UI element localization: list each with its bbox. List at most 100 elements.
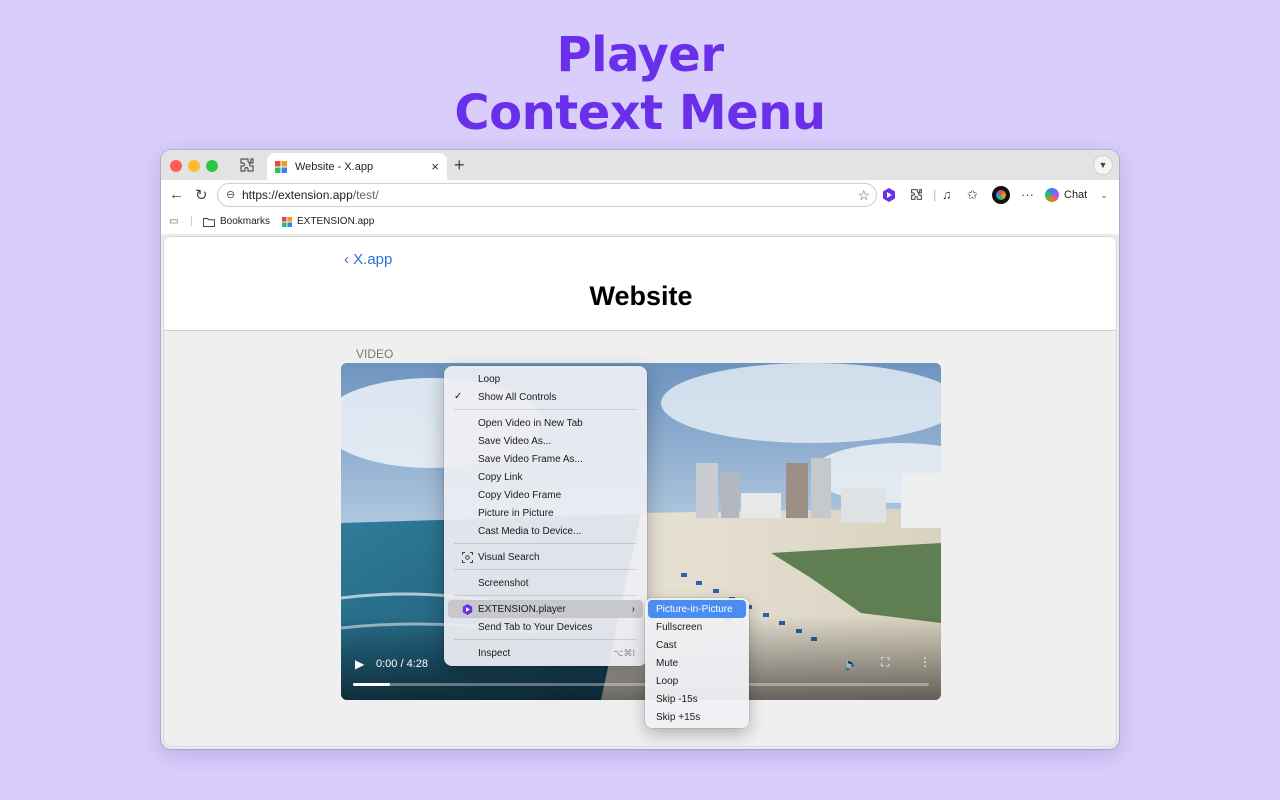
menu-separator (454, 543, 637, 544)
extensions-puzzle-icon[interactable] (910, 188, 923, 201)
ctx-item-picture-in-picture[interactable]: Picture in Picture (448, 504, 643, 522)
ctx-item-label: Loop (478, 373, 501, 385)
ctx-item-send-tab[interactable]: Send Tab to Your Devices (448, 618, 643, 636)
address-bar[interactable]: ⊖ https://extension.app/test/ ☆ (217, 183, 877, 207)
ctx-item-label: Save Video Frame As... (478, 453, 583, 465)
video-time: 0:00 / 4:28 (376, 658, 428, 670)
media-controls-icon[interactable]: ♫ (942, 187, 952, 202)
zoom-window-button[interactable] (206, 160, 218, 172)
copilot-icon (1045, 188, 1059, 202)
sub-item-label: Cast (656, 639, 677, 651)
sub-item-label: Skip -15s (656, 693, 698, 705)
tab-actions-icon[interactable]: ▭ (169, 216, 178, 227)
video-progress-bar[interactable] (353, 683, 929, 686)
ctx-item-loop[interactable]: Loop (448, 370, 643, 388)
sub-item-picture-in-picture[interactable]: Picture-in-Picture (648, 600, 746, 618)
sub-item-cast[interactable]: Cast (648, 636, 746, 654)
ctx-item-inspect[interactable]: Inspect ⌥⌘I (448, 644, 643, 662)
close-window-button[interactable] (170, 160, 182, 172)
chat-label: Chat (1064, 189, 1088, 201)
sub-item-skip-back[interactable]: Skip -15s (648, 690, 746, 708)
extension-player-icon (462, 604, 473, 615)
sub-item-label: Skip +15s (656, 711, 701, 723)
extension-player-submenu: Picture-in-Picture Fullscreen Cast Mute … (645, 598, 749, 728)
sub-item-label: Fullscreen (656, 621, 703, 633)
ctx-item-show-all-controls[interactable]: ✓ Show All Controls (448, 388, 643, 406)
ctx-item-extension-player[interactable]: EXTENSION.player › (448, 600, 643, 618)
page-title: Website (589, 281, 693, 311)
back-link[interactable]: ‹ X.app (344, 251, 392, 268)
close-tab-icon[interactable]: × (431, 159, 439, 174)
new-tab-button[interactable]: + (454, 155, 465, 176)
sub-item-mute[interactable]: Mute (648, 654, 746, 672)
tab-title: Website - X.app (295, 160, 374, 173)
bookmark-folder-label: Bookmarks (220, 216, 271, 227)
ctx-item-visual-search[interactable]: Visual Search (448, 548, 643, 566)
back-arrow-icon[interactable]: ← (169, 186, 184, 203)
sub-item-loop[interactable]: Loop (648, 672, 746, 690)
sub-item-label: Mute (656, 657, 679, 669)
ctx-item-label: Screenshot (478, 577, 529, 589)
site-favicon-icon (275, 160, 287, 173)
site-favicon-icon (282, 216, 292, 227)
url-host: https://extension.app (242, 188, 353, 202)
ctx-item-screenshot[interactable]: Screenshot (448, 574, 643, 592)
reload-icon[interactable]: ↻ (195, 186, 208, 204)
toolbar-divider: | (933, 187, 937, 202)
ctx-item-label: Cast Media to Device... (478, 525, 582, 537)
ctx-item-cast-media[interactable]: Cast Media to Device... (448, 522, 643, 540)
site-info-icon[interactable]: ⊖ (226, 188, 235, 201)
fullscreen-icon[interactable]: ⛶ (881, 655, 889, 670)
hero-title-line2: Context Menu (454, 85, 826, 141)
profile-avatar[interactable] (992, 186, 1010, 204)
ctx-item-label: Save Video As... (478, 435, 552, 447)
tab-search-chevron-icon[interactable]: ▼ (1093, 155, 1113, 175)
ctx-item-save-video-as[interactable]: Save Video As... (448, 432, 643, 450)
hero-title: Player Context Menu (0, 26, 1280, 142)
bookmark-extension-label: EXTENSION.app (297, 216, 375, 227)
submenu-arrow-icon: › (631, 603, 635, 615)
extension-puzzle-icon[interactable] (239, 157, 255, 173)
ctx-item-save-video-frame-as[interactable]: Save Video Frame As... (448, 450, 643, 468)
sub-item-label: Loop (656, 675, 679, 687)
ctx-item-copy-video-frame[interactable]: Copy Video Frame (448, 486, 643, 504)
chat-button[interactable]: Chat ⌄ (1041, 184, 1114, 206)
bookmarks-divider: | (190, 216, 193, 227)
hero-title-line1: Player (556, 27, 724, 83)
url-path: /test/ (352, 188, 379, 202)
tab-bar: Website - X.app × + ▼ (161, 150, 1119, 180)
chat-chevron-icon[interactable]: ⌄ (1100, 190, 1108, 201)
visual-search-icon (462, 552, 473, 563)
extension-player-icon[interactable] (883, 188, 895, 202)
menu-separator (454, 639, 637, 640)
minimize-window-button[interactable] (188, 160, 200, 172)
bookmark-star-icon[interactable]: ☆ (857, 187, 870, 204)
sub-item-fullscreen[interactable]: Fullscreen (648, 618, 746, 636)
ctx-item-open-video-new-tab[interactable]: Open Video in New Tab (448, 414, 643, 432)
more-vertical-icon[interactable]: ⋮ (919, 655, 931, 669)
bookmark-extension-app[interactable]: EXTENSION.app (282, 216, 374, 227)
ctx-item-label: Open Video in New Tab (478, 417, 583, 429)
tab-website[interactable]: Website - X.app × (267, 153, 447, 180)
ctx-item-label: Show All Controls (478, 391, 557, 403)
menu-separator (454, 409, 637, 410)
more-options-icon[interactable]: ··· (1021, 187, 1034, 202)
chevron-left-icon: ‹ (344, 251, 349, 268)
bookmark-folder[interactable]: Bookmarks (203, 216, 270, 227)
ctx-item-label: Inspect (478, 647, 511, 659)
video-progress-fill (353, 683, 391, 686)
play-icon[interactable]: ▶ (355, 657, 364, 671)
ctx-item-label: Copy Link (478, 471, 523, 483)
sub-item-skip-forward[interactable]: Skip +15s (648, 708, 746, 726)
sub-item-label: Picture-in-Picture (656, 603, 733, 615)
back-link-label: X.app (353, 251, 393, 268)
bookmarks-bar: ▭ | Bookmarks EXTENSION.app (161, 210, 1119, 234)
section-label: VIDEO (356, 347, 394, 361)
favorites-icon[interactable]: ✩ (967, 187, 978, 203)
volume-icon[interactable]: 🔈 (844, 657, 859, 671)
checkmark-icon: ✓ (454, 391, 463, 402)
ctx-item-label: Picture in Picture (478, 507, 554, 519)
ctx-item-copy-link[interactable]: Copy Link (448, 468, 643, 486)
ctx-item-label: EXTENSION.player (478, 603, 566, 615)
menu-separator (454, 569, 637, 570)
